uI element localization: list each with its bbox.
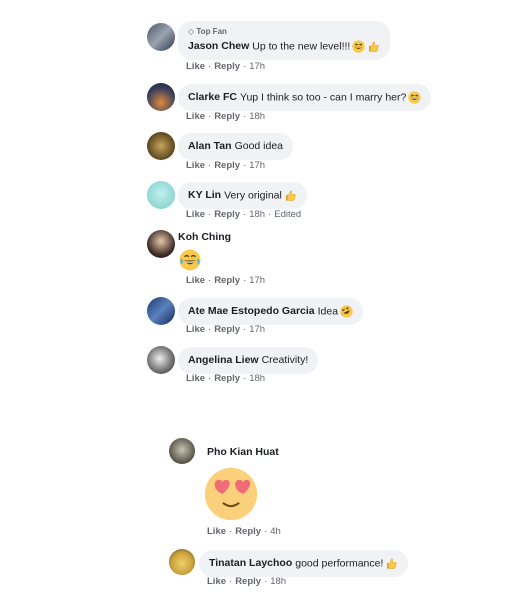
comment-bubble: Angelina Liew Creativity! bbox=[178, 347, 319, 374]
diamond-icon: ◇ bbox=[188, 27, 195, 36]
tears-of-joy-icon bbox=[179, 249, 201, 271]
like-button[interactable]: Like bbox=[186, 160, 205, 171]
like-button[interactable]: Like bbox=[186, 324, 205, 335]
heart-eyes-icon bbox=[199, 466, 263, 522]
comment-text: Up to the new level!!! bbox=[252, 40, 351, 53]
comment-text: Very original bbox=[224, 189, 282, 202]
reply-button[interactable]: Reply bbox=[214, 324, 240, 335]
timestamp[interactable]: 17h bbox=[249, 160, 265, 171]
comment-bubble: Ate Mae Estopedo Garcia Idea bbox=[178, 298, 364, 326]
timestamp[interactable]: 17h bbox=[249, 275, 265, 286]
rolling-laugh-icon bbox=[340, 305, 353, 318]
top-fan-badge: ◇ Top Fan bbox=[188, 27, 227, 36]
avatar[interactable] bbox=[169, 549, 195, 575]
timestamp[interactable]: 18h bbox=[249, 111, 265, 122]
avatar[interactable] bbox=[169, 438, 195, 464]
comment-author[interactable]: KY Lin bbox=[188, 189, 221, 201]
reply-button[interactable]: Reply bbox=[235, 576, 261, 587]
reply-button[interactable]: Reply bbox=[214, 160, 240, 171]
edited-label: Edited bbox=[274, 209, 302, 220]
thumbs-up-icon bbox=[385, 557, 398, 570]
comment-author[interactable]: Tinatan Laychoo bbox=[209, 557, 292, 569]
timestamp[interactable]: 4h bbox=[270, 526, 281, 537]
comment-text: Yup I think so too - can I marry her? bbox=[240, 91, 407, 104]
comment-actions: Like · Reply · 18h · Edited bbox=[186, 209, 302, 220]
comment-bubble: KY Lin Very original bbox=[178, 182, 307, 210]
comment-actions: Like · Reply · 17h bbox=[186, 160, 266, 171]
timestamp[interactable]: 17h bbox=[249, 324, 265, 335]
comment-actions: Like · Reply · 4h bbox=[207, 526, 281, 537]
timestamp[interactable]: 18h bbox=[249, 373, 265, 384]
like-button[interactable]: Like bbox=[207, 576, 226, 587]
timestamp[interactable]: 17h bbox=[249, 61, 265, 72]
comment-bubble: Tinatan Laychoo good performance! bbox=[199, 550, 409, 578]
comment-text: Good idea bbox=[234, 140, 284, 152]
avatar[interactable] bbox=[147, 83, 175, 111]
comment-author[interactable]: Angelina Liew bbox=[188, 354, 259, 366]
avatar[interactable] bbox=[147, 230, 175, 258]
comment-bubble: Clarke FC Yup I think so too - can I marr… bbox=[178, 84, 432, 112]
comment-text: Creativity! bbox=[261, 354, 309, 366]
like-button[interactable]: Like bbox=[186, 209, 205, 220]
reply-button[interactable]: Reply bbox=[235, 526, 261, 537]
comment-actions: Like · Reply · 18h bbox=[207, 576, 287, 587]
reply-button[interactable]: Reply bbox=[214, 275, 240, 286]
comment-text: Idea bbox=[317, 305, 339, 318]
comment-author[interactable]: Koh Ching bbox=[178, 231, 231, 243]
comment-actions: Like · Reply · 17h bbox=[186, 61, 266, 72]
like-button[interactable]: Like bbox=[207, 526, 226, 537]
reply-button[interactable]: Reply bbox=[214, 111, 240, 122]
grin-squint-icon bbox=[408, 91, 421, 104]
comment-author[interactable]: Alan Tan bbox=[188, 140, 232, 152]
comment-author[interactable]: Ate Mae Estopedo Garcia bbox=[188, 305, 315, 317]
comment-actions: Like · Reply · 18h bbox=[186, 111, 266, 122]
thumbs-up-icon bbox=[367, 40, 380, 53]
avatar[interactable] bbox=[147, 181, 175, 209]
avatar[interactable] bbox=[147, 297, 175, 325]
avatar[interactable] bbox=[147, 132, 175, 160]
comment-actions: Like · Reply · 17h bbox=[186, 324, 266, 335]
comment-author[interactable]: Jason Chew bbox=[188, 40, 249, 52]
comment-author[interactable]: Pho Kian Huat bbox=[207, 446, 279, 458]
like-button[interactable]: Like bbox=[186, 61, 205, 72]
like-button[interactable]: Like bbox=[186, 111, 205, 122]
comment-author[interactable]: Clarke FC bbox=[188, 91, 237, 103]
comment-bubble: ◇ Top Fan Jason Chew Up to the new level!… bbox=[178, 21, 391, 61]
reply-button[interactable]: Reply bbox=[214, 209, 240, 220]
comment-bubble: Alan Tan Good idea bbox=[178, 133, 294, 160]
avatar[interactable] bbox=[147, 23, 175, 51]
reply-button[interactable]: Reply bbox=[214, 373, 240, 384]
like-button[interactable]: Like bbox=[186, 275, 205, 286]
grin-squint-icon bbox=[352, 40, 365, 53]
like-button[interactable]: Like bbox=[186, 373, 205, 384]
reply-button[interactable]: Reply bbox=[214, 61, 240, 72]
comment-text: good performance! bbox=[295, 557, 384, 570]
timestamp[interactable]: 18h bbox=[249, 209, 265, 220]
comment-actions: Like · Reply · 17h bbox=[186, 275, 266, 286]
timestamp[interactable]: 18h bbox=[270, 576, 286, 587]
thumbs-up-icon bbox=[284, 189, 297, 202]
comment-actions: Like · Reply · 18h bbox=[186, 373, 266, 384]
avatar[interactable] bbox=[147, 346, 175, 374]
